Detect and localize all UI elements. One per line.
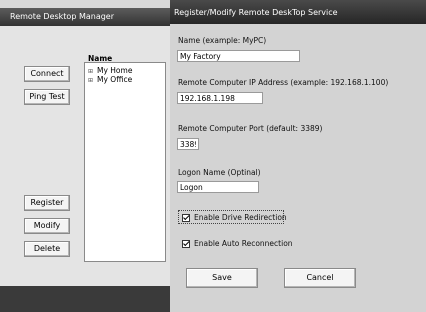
enable-auto-reconnection-checkbox[interactable]: Enable Auto Reconnection	[182, 239, 293, 248]
manager-title-bar: Remote Desktop Manager	[0, 8, 170, 26]
delete-button[interactable]: Delete	[24, 241, 70, 257]
ip-address-input[interactable]	[177, 92, 263, 104]
port-input[interactable]	[177, 138, 199, 150]
name-label: Name (example: MyPC)	[178, 36, 267, 45]
connections-list[interactable]: ⊞ My Home ⊞ My Office	[84, 62, 166, 262]
enable-drive-redirection-checkbox[interactable]: Enable Drive Redirection	[182, 213, 287, 222]
ip-address-label: Remote Computer IP Address (example: 192…	[178, 78, 389, 87]
save-button[interactable]: Save	[186, 268, 258, 288]
list-item-label: My Office	[97, 75, 133, 84]
register-modify-dialog: Register/Modify Remote DeskTop Service N…	[170, 0, 426, 312]
dialog-title-bar: Register/Modify Remote DeskTop Service	[170, 0, 426, 24]
logon-name-label: Logon Name (Optinal)	[178, 168, 261, 177]
manager-bottom-bar	[0, 286, 170, 312]
modify-button[interactable]: Modify	[24, 218, 70, 234]
list-item[interactable]: ⊞ My Office	[88, 75, 132, 85]
auto-reconnection-label: Enable Auto Reconnection	[194, 239, 293, 248]
tree-node-icon: ⊞	[88, 77, 93, 84]
logon-name-input[interactable]	[177, 181, 259, 193]
cancel-button[interactable]: Cancel	[284, 268, 356, 288]
connect-button[interactable]: Connect	[24, 66, 70, 82]
ping-test-button[interactable]: Ping Test	[24, 89, 70, 105]
drive-redirection-label: Enable Drive Redirection	[194, 213, 287, 222]
remote-desktop-manager-window: Remote Desktop Manager Connect Ping Test…	[0, 0, 170, 312]
port-label: Remote Computer Port (default: 3389)	[178, 124, 323, 133]
checkbox-checked-icon[interactable]	[182, 239, 190, 248]
list-item-label: My Home	[97, 66, 133, 75]
register-button[interactable]: Register	[24, 195, 70, 211]
checkbox-checked-icon[interactable]	[182, 213, 190, 222]
name-input[interactable]	[177, 50, 300, 62]
